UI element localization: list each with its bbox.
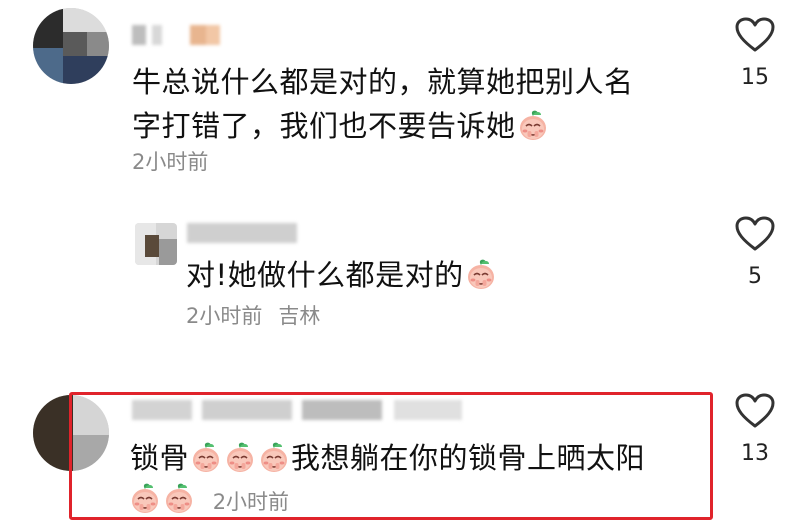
comment-text: 牛总说什么都是对的，就算她把别人名 字打错了，我们也不要告诉她 (132, 60, 634, 148)
comment-text-line: 对!她做什么都是对的 (186, 258, 464, 292)
username-blurred[interactable] (132, 25, 227, 45)
like-count: 13 (741, 441, 769, 466)
avatar[interactable] (33, 8, 109, 84)
like-count: 5 (748, 264, 762, 289)
comment-location: 吉林 (278, 304, 321, 328)
comment-item-1: 牛总说什么都是对的，就算她把别人名 字打错了，我们也不要告诉她 2小时前 15 (0, 0, 800, 200)
heart-icon[interactable] (735, 216, 775, 252)
comment-text-line-1: 牛总说什么都是对的，就算她把别人名 (132, 65, 634, 99)
comment-meta: 2小时前 (132, 148, 208, 176)
highlight-box (69, 392, 713, 520)
peach-face-icon (465, 258, 497, 290)
username-blurred[interactable] (187, 223, 297, 243)
peach-face-icon (517, 109, 549, 141)
heart-icon[interactable] (735, 393, 775, 429)
comment-time: 2小时前 (186, 304, 263, 328)
heart-icon[interactable] (735, 17, 775, 53)
like-button[interactable]: 13 (730, 393, 780, 466)
comment-text-line-2: 字打错了，我们也不要告诉她 (132, 104, 634, 148)
like-button[interactable]: 5 (730, 216, 780, 289)
comment-time: 2小时前 (132, 150, 209, 174)
comment-item-2-reply: 对!她做什么都是对的 2小时前 吉林 5 (0, 200, 800, 360)
like-button[interactable]: 15 (730, 17, 780, 90)
comment-meta: 2小时前 吉林 (186, 302, 320, 330)
like-count: 15 (741, 65, 769, 90)
avatar[interactable] (135, 223, 177, 265)
comment-text: 对!她做什么都是对的 (186, 253, 498, 297)
